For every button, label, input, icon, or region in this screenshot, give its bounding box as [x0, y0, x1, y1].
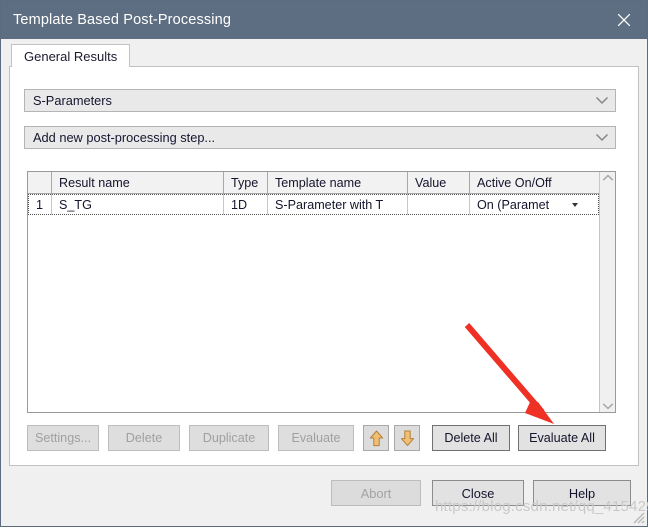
dialog-window: Template Based Post-Processing General R… — [0, 0, 648, 527]
chevron-down-icon — [595, 96, 609, 105]
chevron-down-icon[interactable] — [602, 402, 614, 410]
watermark-text: https://blog.csdn.net/qq_41542947 — [435, 498, 648, 515]
title-bar: Template Based Post-Processing — [1, 1, 647, 39]
column-header-template-name[interactable]: Template name — [268, 172, 408, 193]
column-header-type[interactable]: Type — [224, 172, 268, 193]
results-grid: Result name Type Template name Value Act… — [28, 172, 599, 412]
duplicate-button[interactable]: Duplicate — [189, 425, 269, 451]
abort-button[interactable]: Abort — [331, 480, 421, 506]
move-up-button[interactable] — [363, 425, 389, 451]
tab-general-results[interactable]: General Results — [11, 44, 131, 68]
cell-result-name[interactable]: S_TG — [52, 194, 224, 215]
table-row[interactable]: 1 S_TG 1D S-Parameter with T On (Paramet — [28, 194, 599, 215]
row-index: 1 — [28, 194, 52, 215]
arrow-up-icon — [369, 430, 383, 446]
chevron-down-icon — [595, 133, 609, 142]
column-header-index — [28, 172, 52, 193]
chevron-up-icon[interactable] — [602, 174, 614, 182]
cell-active-value: On (Paramet — [477, 197, 550, 212]
window-title: Template Based Post-Processing — [13, 12, 232, 28]
cell-active-onoff-dropdown[interactable]: On (Paramet — [470, 194, 586, 215]
column-header-active-onoff[interactable]: Active On/Off — [470, 172, 586, 193]
table-vertical-scrollbar[interactable] — [599, 172, 615, 412]
add-step-combobox[interactable]: Add new post-processing step... — [24, 126, 616, 149]
tab-label: General Results — [24, 49, 118, 64]
caret-down-icon — [572, 202, 578, 207]
table-action-buttons: Settings... Delete Duplicate Evaluate De… — [27, 424, 619, 452]
table-header-row: Result name Type Template name Value Act… — [28, 172, 599, 194]
cell-value — [408, 194, 470, 215]
result-type-value: S-Parameters — [33, 93, 112, 108]
add-step-value: Add new post-processing step... — [33, 130, 216, 145]
tab-strip: General Results — [9, 43, 639, 68]
resize-grip[interactable] — [629, 508, 645, 524]
column-header-result-name[interactable]: Result name — [52, 172, 224, 193]
evaluate-button[interactable]: Evaluate — [278, 425, 354, 451]
delete-all-button[interactable]: Delete All — [432, 425, 510, 451]
result-type-combobox[interactable]: S-Parameters — [24, 89, 616, 112]
delete-button[interactable]: Delete — [108, 425, 180, 451]
close-button[interactable] — [601, 1, 647, 39]
column-header-active-label: Active On/Off — [477, 175, 552, 190]
move-down-button[interactable] — [394, 425, 420, 451]
column-header-value[interactable]: Value — [408, 172, 470, 193]
close-icon — [617, 13, 631, 27]
evaluate-all-button[interactable]: Evaluate All — [518, 425, 606, 451]
settings-button[interactable]: Settings... — [27, 425, 99, 451]
cell-type: 1D — [224, 194, 268, 215]
tab-page-general-results: S-Parameters Add new post-processing ste… — [9, 67, 639, 466]
results-table: Result name Type Template name Value Act… — [27, 171, 616, 413]
cell-template-name: S-Parameter with T — [268, 194, 408, 215]
arrow-down-icon — [400, 430, 414, 446]
